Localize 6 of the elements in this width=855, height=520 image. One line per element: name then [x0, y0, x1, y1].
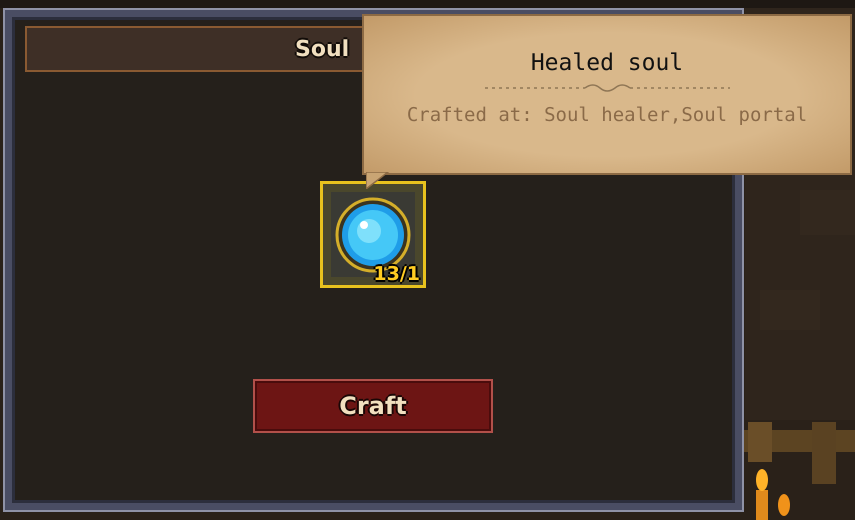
item-count: 13/1 [373, 263, 420, 285]
craft-button[interactable]: Craft [253, 379, 493, 433]
item-slot[interactable]: 13/1 [320, 181, 426, 288]
tooltip-description: Crafted at: Soul healer,Soul portal [406, 104, 808, 126]
panel-title: Soul [295, 36, 350, 62]
tooltip-title: Healed soul [530, 50, 684, 76]
